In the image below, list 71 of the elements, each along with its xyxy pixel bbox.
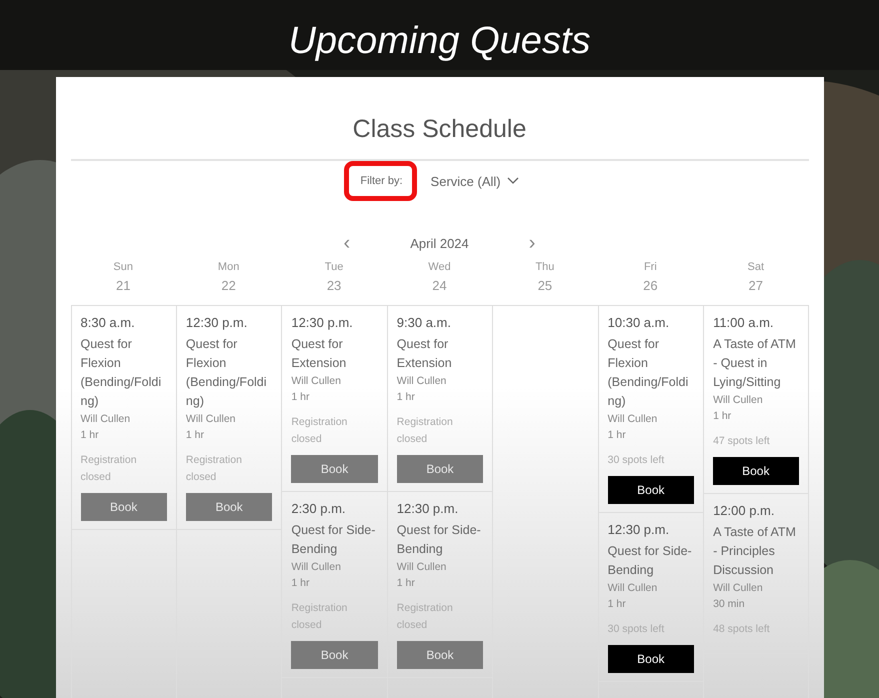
class-duration: 1 hr — [291, 576, 310, 591]
filter-label: Filter by: — [360, 175, 403, 187]
instructor-name: Will Cullen — [396, 374, 448, 389]
availability-text: Registration closed — [291, 415, 348, 447]
weekday-label: Tue — [324, 261, 344, 273]
class-name: Quest for Extension — [291, 336, 348, 372]
day-number: 26 — [643, 278, 658, 293]
class-duration: 1 hr — [608, 428, 627, 443]
availability-text: Registration closed — [80, 453, 138, 485]
class-time: 12:30 p.m. — [608, 522, 670, 537]
day-number: 22 — [221, 278, 236, 293]
class-time: 2:30 p.m. — [291, 501, 347, 516]
class-time: 11:00 a.m. — [713, 315, 775, 330]
schedule-title: Class Schedule — [352, 115, 528, 145]
class-duration: 1 hr — [80, 428, 100, 443]
class-time: 10:30 a.m. — [608, 315, 670, 330]
instructor-name: Will Cullen — [713, 581, 764, 596]
instructor-name: Will Cullen — [186, 412, 237, 427]
class-time: 9:30 a.m. — [396, 315, 452, 330]
previous-week-button[interactable]: ‹ — [344, 233, 350, 253]
weekday-label: Wed — [428, 261, 451, 273]
class-duration: 1 hr — [713, 409, 732, 424]
class-name: A Taste of ATM - Quest in Lying/Sitting — [713, 336, 797, 391]
class-time: 12:30 p.m. — [291, 315, 354, 330]
class-duration: 30 min — [713, 597, 746, 612]
month-label: April 2024 — [410, 236, 469, 250]
class-duration: 1 hr — [186, 428, 206, 443]
class-duration: 1 hr — [396, 576, 416, 591]
book-button[interactable]: Book — [713, 457, 798, 485]
chevron-down-icon — [506, 177, 519, 185]
availability-text: Registration closed — [396, 415, 454, 447]
weekday-label: Sun — [113, 261, 133, 273]
class-duration: 1 hr — [608, 597, 627, 612]
day-number: 24 — [432, 278, 447, 293]
class-time: 12:00 p.m. — [713, 503, 776, 518]
weekday-label: Mon — [218, 261, 240, 273]
day-number: 21 — [116, 278, 130, 293]
book-button[interactable]: Book — [608, 476, 694, 504]
weekday-label: Fri — [644, 261, 657, 273]
day-number: 23 — [326, 278, 342, 293]
instructor-name: Will Cullen — [608, 412, 658, 427]
class-name: Quest for Flexion (Bending/Folding) — [186, 336, 268, 410]
availability-text: Registration closed — [186, 453, 243, 485]
service-dropdown[interactable]: Service (All) — [430, 174, 519, 188]
instructor-name: Will Cullen — [291, 560, 342, 575]
instructor-name: Will Cullen — [80, 412, 132, 427]
page-title: Upcoming Quests — [288, 20, 590, 64]
class-name: Quest for Side-Bending — [608, 543, 693, 579]
class-name: Quest for Side-Bending — [291, 522, 376, 558]
availability-text: 47 spots left — [713, 434, 771, 449]
class-time: 8:30 a.m. — [80, 315, 136, 330]
instructor-name: Will Cullen — [713, 393, 764, 408]
class-name: Quest for Side-Bending — [396, 522, 482, 558]
next-week-button[interactable]: › — [528, 233, 536, 253]
instructor-name: Will Cullen — [291, 374, 342, 389]
instructor-name: Will Cullen — [608, 581, 658, 596]
weekday-label: Thu — [535, 261, 554, 273]
instructor-name: Will Cullen — [396, 560, 448, 575]
availability-text: 30 spots left — [608, 453, 666, 468]
weekday-label: Sat — [748, 261, 764, 273]
day-number: 27 — [748, 278, 764, 293]
day-number: 25 — [538, 278, 552, 293]
class-time: 12:30 p.m. — [396, 501, 460, 516]
class-duration: 1 hr — [291, 390, 310, 405]
class-name: Quest for Flexion (Bending/Folding) — [608, 336, 690, 410]
class-name: A Taste of ATM - Principles Discussion — [713, 524, 797, 579]
class-time: 12:30 p.m. — [186, 315, 248, 330]
class-name: Quest for Flexion (Bending/Folding) — [80, 336, 162, 410]
class-name: Quest for Extension — [396, 336, 453, 372]
book-button[interactable]: Book — [608, 645, 694, 673]
class-duration: 1 hr — [396, 390, 416, 405]
